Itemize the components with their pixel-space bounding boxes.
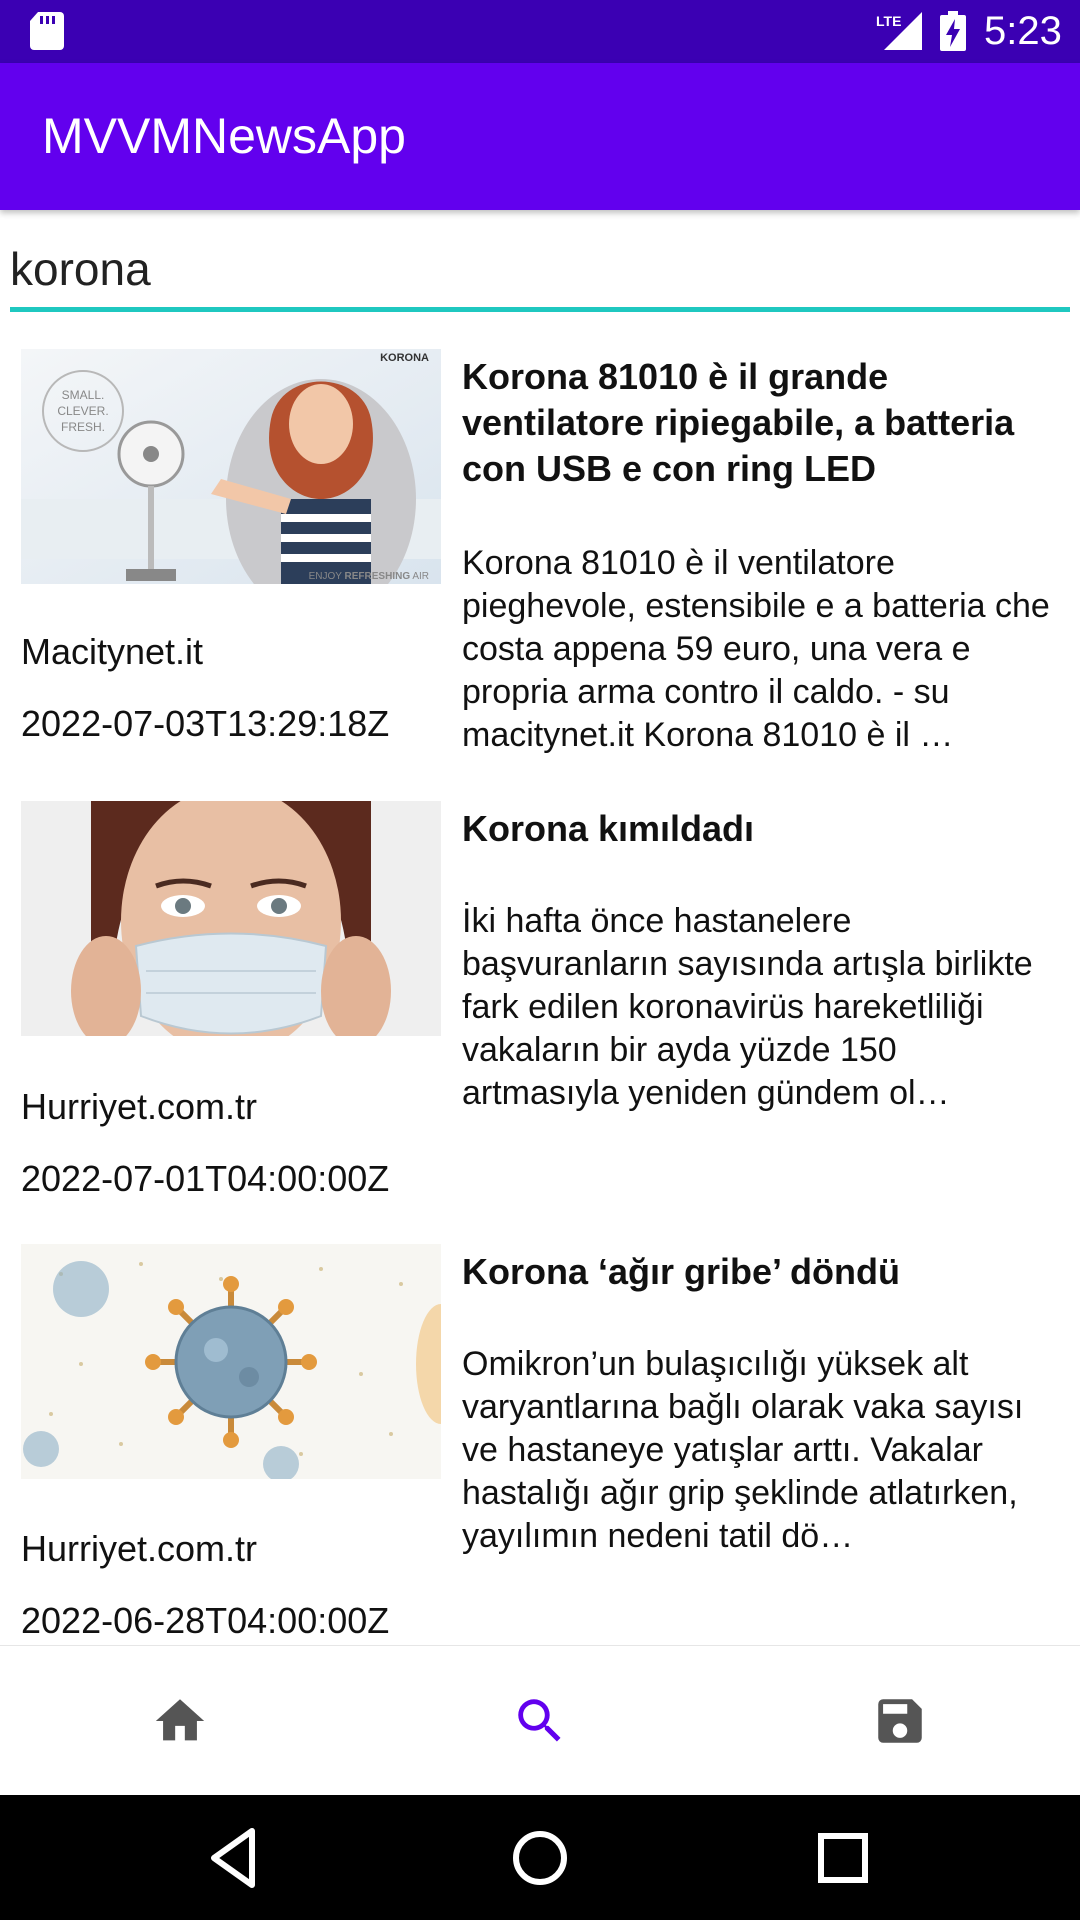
article-thumbnail [21,801,441,1036]
search-underline [10,307,1070,312]
article-thumbnail: SMALL. CLEVER. FRESH. KORONA ENJOY REFRE… [21,349,441,584]
network-label: LTE [876,13,901,29]
article-source: Hurriyet.com.tr [21,1528,258,1569]
article-description: Korona 81010 è il ventilatore pieghevole… [462,544,1050,754]
status-time: 5:23 [984,9,1062,53]
home-icon [155,1699,205,1741]
article-description: Omikron’un bulaşıcılığı yüksek alt varya… [462,1345,1024,1555]
search-icon [518,1699,561,1742]
status-bar: LTE 5:23 [0,0,1080,63]
article-date: 2022-07-01T04:00:00Z [21,1158,390,1199]
image-tagline-text: ENJOY REFRESHING AIR [309,571,429,582]
image-badge-text-1: SMALL. [62,388,105,402]
article-description: İki hafta önce hastanelere başvuranların… [462,902,1033,1112]
article-date: 2022-06-28T04:00:00Z [21,1600,390,1641]
article-date: 2022-07-03T13:29:18Z [21,703,390,744]
system-navigation-bar [0,1795,1080,1920]
app-title: MVVMNewsApp [42,108,406,164]
article-thumbnail [21,1244,441,1479]
article-title: Korona kımıldadı [462,808,755,849]
article-source: Macitynet.it [21,631,204,672]
app-bar: MVVMNewsApp [0,63,1080,210]
lte-signal-icon: LTE [876,12,922,50]
article-title: Korona 81010 è il grande ventilatore rip… [462,356,1015,489]
search-input[interactable] [10,232,1070,306]
bottom-navigation [0,1645,1080,1795]
article-title: Korona ‘ağır gribe’ döndü [462,1251,901,1292]
recents-square-icon[interactable] [808,1825,878,1891]
save-icon [878,1699,922,1743]
image-badge-text-3: FRESH. [61,420,105,434]
image-badge-text-2: CLEVER. [57,404,108,418]
nav-home[interactable] [0,1646,360,1796]
search-field[interactable] [10,232,1070,312]
nav-search[interactable] [360,1646,720,1796]
nav-saved[interactable] [720,1646,1080,1796]
image-brand-text: KORONA [380,352,429,364]
home-circle-icon[interactable] [505,1825,575,1891]
sd-card-icon [30,12,64,50]
article-source: Hurriyet.com.tr [21,1086,258,1127]
battery-charging-icon [940,11,966,51]
back-icon[interactable] [200,1825,270,1891]
